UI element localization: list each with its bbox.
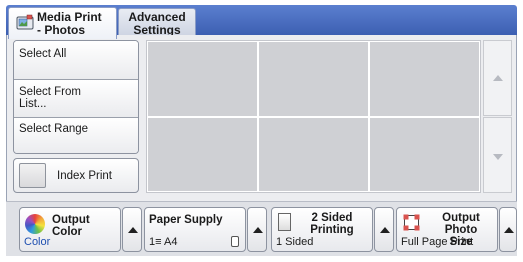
output-color-title: Output Color	[52, 214, 90, 238]
triangle-up-icon	[128, 227, 138, 233]
selection-button-group: Select All Select From List... Select Ra…	[13, 40, 139, 154]
tab-advanced-settings[interactable]: Advanced Settings	[118, 8, 196, 37]
tab-media-print-photos[interactable]: Media Print - Photos	[8, 7, 117, 39]
paper-supply-button[interactable]: Paper Supply 1≡ A4	[144, 207, 246, 252]
index-print-checkbox[interactable]	[19, 163, 46, 188]
output-color-button[interactable]: Output Color Color	[19, 207, 121, 252]
scroll-up-button[interactable]	[483, 40, 512, 116]
thumbnail-cell[interactable]	[259, 42, 368, 116]
triangle-up-icon	[504, 227, 514, 233]
tab-label: Advanced Settings	[128, 10, 186, 37]
photo-size-icon	[403, 214, 420, 231]
output-photo-size-expand-button[interactable]	[499, 207, 517, 252]
tab-label: Media Print - Photos	[37, 10, 102, 37]
two-sided-title: 2 Sided Printing	[310, 212, 354, 236]
select-all-button[interactable]: Select All	[14, 41, 138, 80]
paper-supply-expand-button[interactable]	[247, 207, 267, 252]
thumbnail-cell[interactable]	[370, 42, 479, 116]
paper-supply-value: 1≡ A4	[149, 236, 178, 248]
tab-bar: Media Print - Photos Advanced Settings	[6, 5, 517, 39]
output-photo-size-button[interactable]: Output Photo Size Full Page Print	[396, 207, 498, 252]
thumbnail-cell[interactable]	[370, 117, 479, 191]
triangle-up-icon	[380, 227, 390, 233]
thumbnail-cell[interactable]	[259, 117, 368, 191]
two-sided-expand-button[interactable]	[374, 207, 394, 252]
arrow-up-icon	[493, 75, 503, 81]
thumbnail-cell[interactable]	[148, 117, 257, 191]
thumbnail-cell[interactable]	[148, 42, 257, 116]
index-print-button[interactable]: Index Print	[13, 158, 139, 193]
triangle-up-icon	[253, 227, 263, 233]
media-print-photo-icon	[16, 14, 34, 30]
output-color-value: Color	[24, 236, 51, 248]
index-print-label: Index Print	[57, 170, 112, 182]
paper-tray-icon	[231, 236, 239, 247]
output-color-expand-button[interactable]	[122, 207, 142, 252]
select-range-button[interactable]: Select Range	[14, 118, 138, 153]
select-from-list-button[interactable]: Select From List...	[14, 80, 138, 118]
color-wheel-icon	[25, 214, 45, 234]
two-sided-value: 1 Sided	[276, 236, 314, 248]
two-sided-icon	[278, 213, 291, 231]
thumbnail-grid	[146, 40, 481, 193]
output-photo-size-value: Full Page Print	[401, 236, 474, 248]
arrow-down-icon	[493, 154, 503, 160]
paper-supply-title: Paper Supply	[149, 214, 223, 226]
two-sided-printing-button[interactable]: 2 Sided Printing 1 Sided	[271, 207, 373, 252]
scroll-down-button[interactable]	[483, 117, 512, 193]
